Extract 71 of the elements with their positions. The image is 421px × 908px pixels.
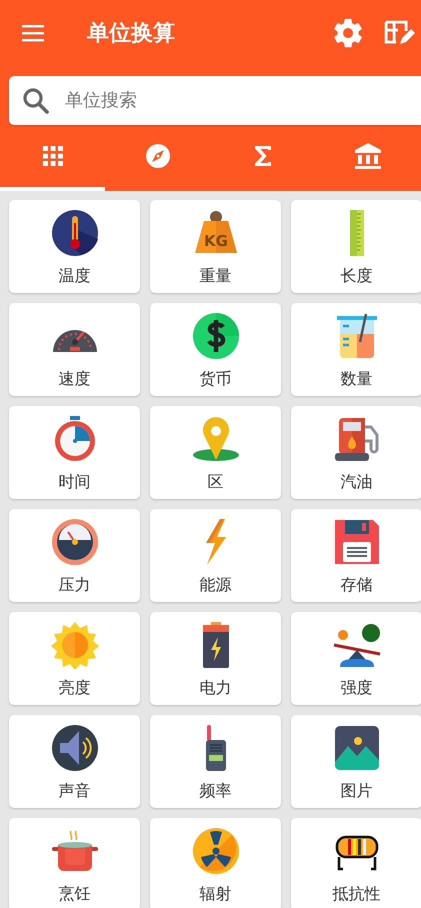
- weight-icon: [194, 211, 236, 253]
- menu-icon[interactable]: [22, 24, 46, 42]
- category-card[interactable]: 温度: [9, 200, 140, 293]
- category-label: 重量: [200, 266, 232, 287]
- category-card[interactable]: 抵抗性: [291, 818, 421, 908]
- category-label: 长度: [340, 266, 372, 287]
- walkie-talkie-icon: [206, 725, 226, 771]
- category-label: 速度: [58, 369, 90, 390]
- category-label: 时间: [58, 472, 90, 493]
- category-label: 频率: [200, 781, 232, 802]
- category-label: 汽油: [340, 472, 372, 493]
- speedometer-icon: [52, 330, 96, 352]
- category-label: 温度: [58, 266, 90, 287]
- battery-icon: [202, 622, 228, 668]
- category-label: 声音: [58, 781, 90, 802]
- seesaw-icon: [333, 624, 380, 667]
- fuel-pump-icon: [334, 418, 378, 461]
- category-label: 能源: [200, 575, 232, 596]
- sun-icon: [50, 622, 98, 669]
- stopwatch-icon: [54, 416, 94, 461]
- category-label: 亮度: [58, 678, 90, 699]
- beaker-icon: [336, 314, 376, 358]
- category-card[interactable]: 长度: [291, 200, 421, 293]
- weight-label: KG: [204, 232, 228, 250]
- bank-icon: [354, 142, 382, 170]
- category-card[interactable]: 强度: [291, 612, 421, 705]
- pressure-gauge-icon: [52, 519, 98, 565]
- category-label: 强度: [340, 678, 372, 699]
- category-card[interactable]: 存储: [291, 509, 421, 602]
- category-card[interactable]: 声音: [9, 715, 140, 808]
- resistor-icon: [335, 836, 378, 870]
- category-card[interactable]: 电力: [150, 612, 281, 705]
- category-label: 区: [208, 472, 224, 493]
- category-card[interactable]: 能源: [150, 509, 281, 602]
- cooking-pot-icon: [52, 830, 98, 871]
- category-label: 数量: [340, 369, 372, 390]
- category-card[interactable]: 货币: [150, 303, 281, 396]
- category-label: 压力: [58, 575, 90, 596]
- category-label: 存储: [340, 575, 372, 596]
- category-label: 货币: [200, 369, 232, 390]
- lightning-icon: [206, 519, 226, 565]
- grid-icon: [42, 145, 64, 167]
- category-card[interactable]: 速度: [9, 303, 140, 396]
- category-label: 电力: [200, 678, 232, 699]
- category-card[interactable]: 时间: [9, 406, 140, 499]
- thermometer-icon: [52, 210, 98, 256]
- category-card[interactable]: 频率: [150, 715, 281, 808]
- settings-icon[interactable]: [331, 16, 365, 50]
- category-card[interactable]: 烹饪: [9, 818, 140, 908]
- category-card[interactable]: 数量: [291, 303, 421, 396]
- category-label: 烹饪: [58, 884, 90, 905]
- speaker-icon: [52, 725, 98, 771]
- category-label: 抵抗性: [332, 884, 380, 905]
- category-card[interactable]: 辐射: [150, 818, 281, 908]
- category-card[interactable]: 亮度: [9, 612, 140, 705]
- radiation-icon: [192, 828, 238, 874]
- location-pin-icon: [192, 417, 238, 461]
- category-label: 辐射: [200, 884, 232, 905]
- ruler-icon: [350, 210, 364, 256]
- category-card[interactable]: 图片: [291, 715, 421, 808]
- compass-icon: [144, 143, 171, 169]
- category-card[interactable]: KG 重量: [150, 200, 281, 293]
- category-label: 图片: [340, 781, 372, 802]
- dollar-icon: [192, 313, 238, 359]
- sigma-icon: [253, 145, 274, 167]
- image-icon: [334, 726, 378, 770]
- app-title: 单位换算: [87, 20, 175, 48]
- category-card[interactable]: 压力: [9, 509, 140, 602]
- category-card[interactable]: 区: [150, 406, 281, 499]
- search-icon: [21, 86, 51, 116]
- category-card[interactable]: 汽油: [291, 406, 421, 499]
